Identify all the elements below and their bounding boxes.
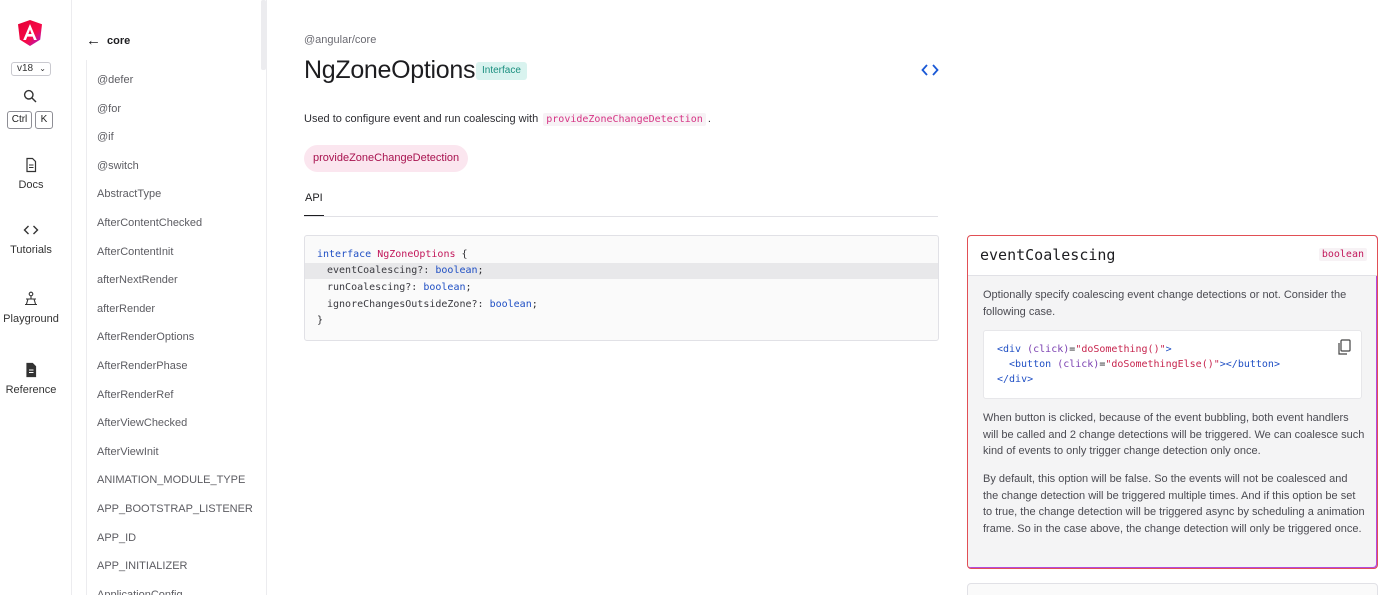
breadcrumb[interactable]: @angular/core	[304, 34, 376, 46]
sidebar-item[interactable]: @for	[97, 96, 253, 125]
code-type-name: NgZoneOptions	[377, 249, 456, 260]
entity-type-badge: Interface	[476, 62, 527, 80]
playground-icon	[25, 291, 37, 306]
member-description: When button is clicked, because of the e…	[983, 412, 1365, 457]
code-line: interface NgZoneOptions {	[305, 247, 938, 263]
code-member-type: boolean	[435, 265, 478, 276]
snippet-tag: </div>	[997, 374, 1034, 385]
sidebar-item[interactable]: AfterRenderPhase	[97, 353, 253, 382]
api-code-block: interface NgZoneOptions { eventCoalescin…	[304, 235, 939, 341]
sidebar-item[interactable]: AfterRenderOptions	[97, 324, 253, 353]
nav-tutorials[interactable]: Tutorials	[0, 222, 62, 256]
snippet-line: <button (click)="doSomethingElse()"></bu…	[1009, 357, 1280, 372]
sidebar-item[interactable]: afterNextRender	[97, 267, 253, 296]
search-icon[interactable]	[23, 89, 37, 103]
nav-tutorials-label: Tutorials	[10, 244, 52, 256]
snippet-string: "doSomethingElse()"	[1105, 359, 1220, 370]
code-member-line[interactable]: runCoalescing?: boolean;	[305, 280, 938, 296]
nav-docs[interactable]: Docs	[0, 157, 62, 191]
related-api-pill[interactable]: provideZoneChangeDetection	[304, 145, 469, 172]
sidebar-item[interactable]: AfterRenderRef	[97, 382, 253, 411]
code-keyword: interface	[317, 249, 372, 260]
sidebar-api-list: @defer @for @if @switch AbstractType Aft…	[97, 67, 253, 595]
sidebar-item[interactable]: APP_BOOTSTRAP_LISTENER	[97, 496, 253, 525]
k-key-hint: K	[35, 111, 53, 129]
view-source-icon[interactable]	[921, 62, 939, 78]
snippet-attr: (click)	[1027, 344, 1070, 355]
sidebar-item[interactable]: AfterContentInit	[97, 239, 253, 268]
sidebar-scrollbar[interactable]	[261, 0, 266, 70]
member-description: By default, this option will be false. S…	[983, 473, 1365, 535]
reference-icon	[26, 362, 37, 378]
sidebar-list-divider	[86, 60, 87, 595]
tab-bar: API	[304, 190, 938, 217]
sidebar-item[interactable]: APP_ID	[97, 525, 253, 554]
snippet-tag: ></button>	[1219, 359, 1280, 370]
code-line: }	[305, 313, 938, 329]
snippet-tag: <div	[997, 344, 1022, 355]
snippet-tag: >	[1165, 344, 1172, 355]
arrow-left-icon: ←	[86, 32, 101, 49]
sidebar-item[interactable]: ApplicationConfig	[97, 582, 253, 595]
sidebar-item[interactable]: ANIMATION_MODULE_TYPE	[97, 467, 253, 496]
chevron-down-icon: ⌄	[39, 64, 46, 73]
copy-icon[interactable]	[1337, 339, 1351, 355]
page-description: Used to configure event and run coalesci…	[304, 113, 711, 126]
version-select[interactable]: v18 ⌄	[11, 62, 51, 76]
sidebar-item[interactable]: @switch	[97, 153, 253, 182]
ctrl-key-hint: Ctrl	[7, 111, 32, 129]
member-type-badge: boolean	[1318, 248, 1367, 261]
nav-playground-label: Playground	[3, 313, 59, 325]
sidebar-item[interactable]: afterRender	[97, 296, 253, 325]
sidebar-item[interactable]: @if	[97, 124, 253, 153]
code-member-line[interactable]: ignoreChangesOutsideZone?: boolean;	[305, 297, 938, 313]
sidebar-item[interactable]: AfterContentChecked	[97, 210, 253, 239]
code-icon	[23, 225, 39, 235]
snippet-string: "doSomething()"	[1075, 344, 1166, 355]
reference-sidebar: ← core @defer @for @if @switch AbstractT…	[72, 0, 267, 595]
member-detail-card: eventCoalescing boolean Optionally speci…	[967, 235, 1378, 569]
snippet-tag: <button	[1009, 359, 1052, 370]
code-brace: }	[317, 315, 324, 326]
example-code-block: <div (click)="doSomething()"> <button (c…	[983, 330, 1362, 399]
next-member-card[interactable]	[967, 583, 1378, 595]
back-label: core	[107, 35, 131, 47]
code-member-type: boolean	[489, 299, 532, 310]
snippet-line: <div (click)="doSomething()">	[997, 342, 1172, 357]
code-member-name: runCoalescing?:	[327, 282, 418, 293]
snippet-line: </div>	[997, 372, 1033, 387]
code-member-name: eventCoalescing?:	[327, 265, 430, 276]
back-to-core-button[interactable]: ← core	[86, 33, 130, 49]
tab-active-indicator	[304, 215, 324, 216]
page-title: NgZoneOptions	[304, 56, 476, 84]
code-member-name: ignoreChangesOutsideZone?:	[327, 299, 484, 310]
nav-playground[interactable]: Playground	[0, 291, 62, 325]
member-name: eventCoalescing	[980, 246, 1116, 264]
description-code-link[interactable]: provideZoneChangeDetection	[543, 113, 706, 126]
member-description: Optionally specify coalescing event chan…	[983, 289, 1347, 318]
nav-reference-label: Reference	[5, 384, 57, 396]
sidebar-item[interactable]: AbstractType	[97, 181, 253, 210]
sidebar-item[interactable]: APP_INITIALIZER	[97, 553, 253, 582]
primary-rail: v18 ⌄ Ctrl K Docs Tutorials Playground R…	[0, 0, 72, 595]
code-member-line[interactable]: eventCoalescing?: boolean;	[305, 263, 938, 279]
nav-reference[interactable]: Reference	[0, 362, 62, 396]
sidebar-item[interactable]: AfterViewChecked	[97, 410, 253, 439]
snippet-attr: (click)	[1057, 359, 1100, 370]
tab-api[interactable]: API	[305, 192, 323, 204]
nav-docs-label: Docs	[18, 179, 44, 191]
document-icon	[26, 157, 37, 173]
sidebar-item[interactable]: AfterViewInit	[97, 439, 253, 468]
angular-logo-icon[interactable]	[18, 20, 42, 46]
description-end: .	[707, 113, 711, 125]
code-brace: {	[455, 249, 468, 260]
version-label: v18	[17, 63, 34, 74]
description-text: Used to configure event and run coalesci…	[304, 113, 539, 125]
member-detail-header: eventCoalescing boolean	[968, 236, 1377, 276]
sidebar-item[interactable]: @defer	[97, 67, 253, 96]
code-member-type: boolean	[423, 282, 466, 293]
